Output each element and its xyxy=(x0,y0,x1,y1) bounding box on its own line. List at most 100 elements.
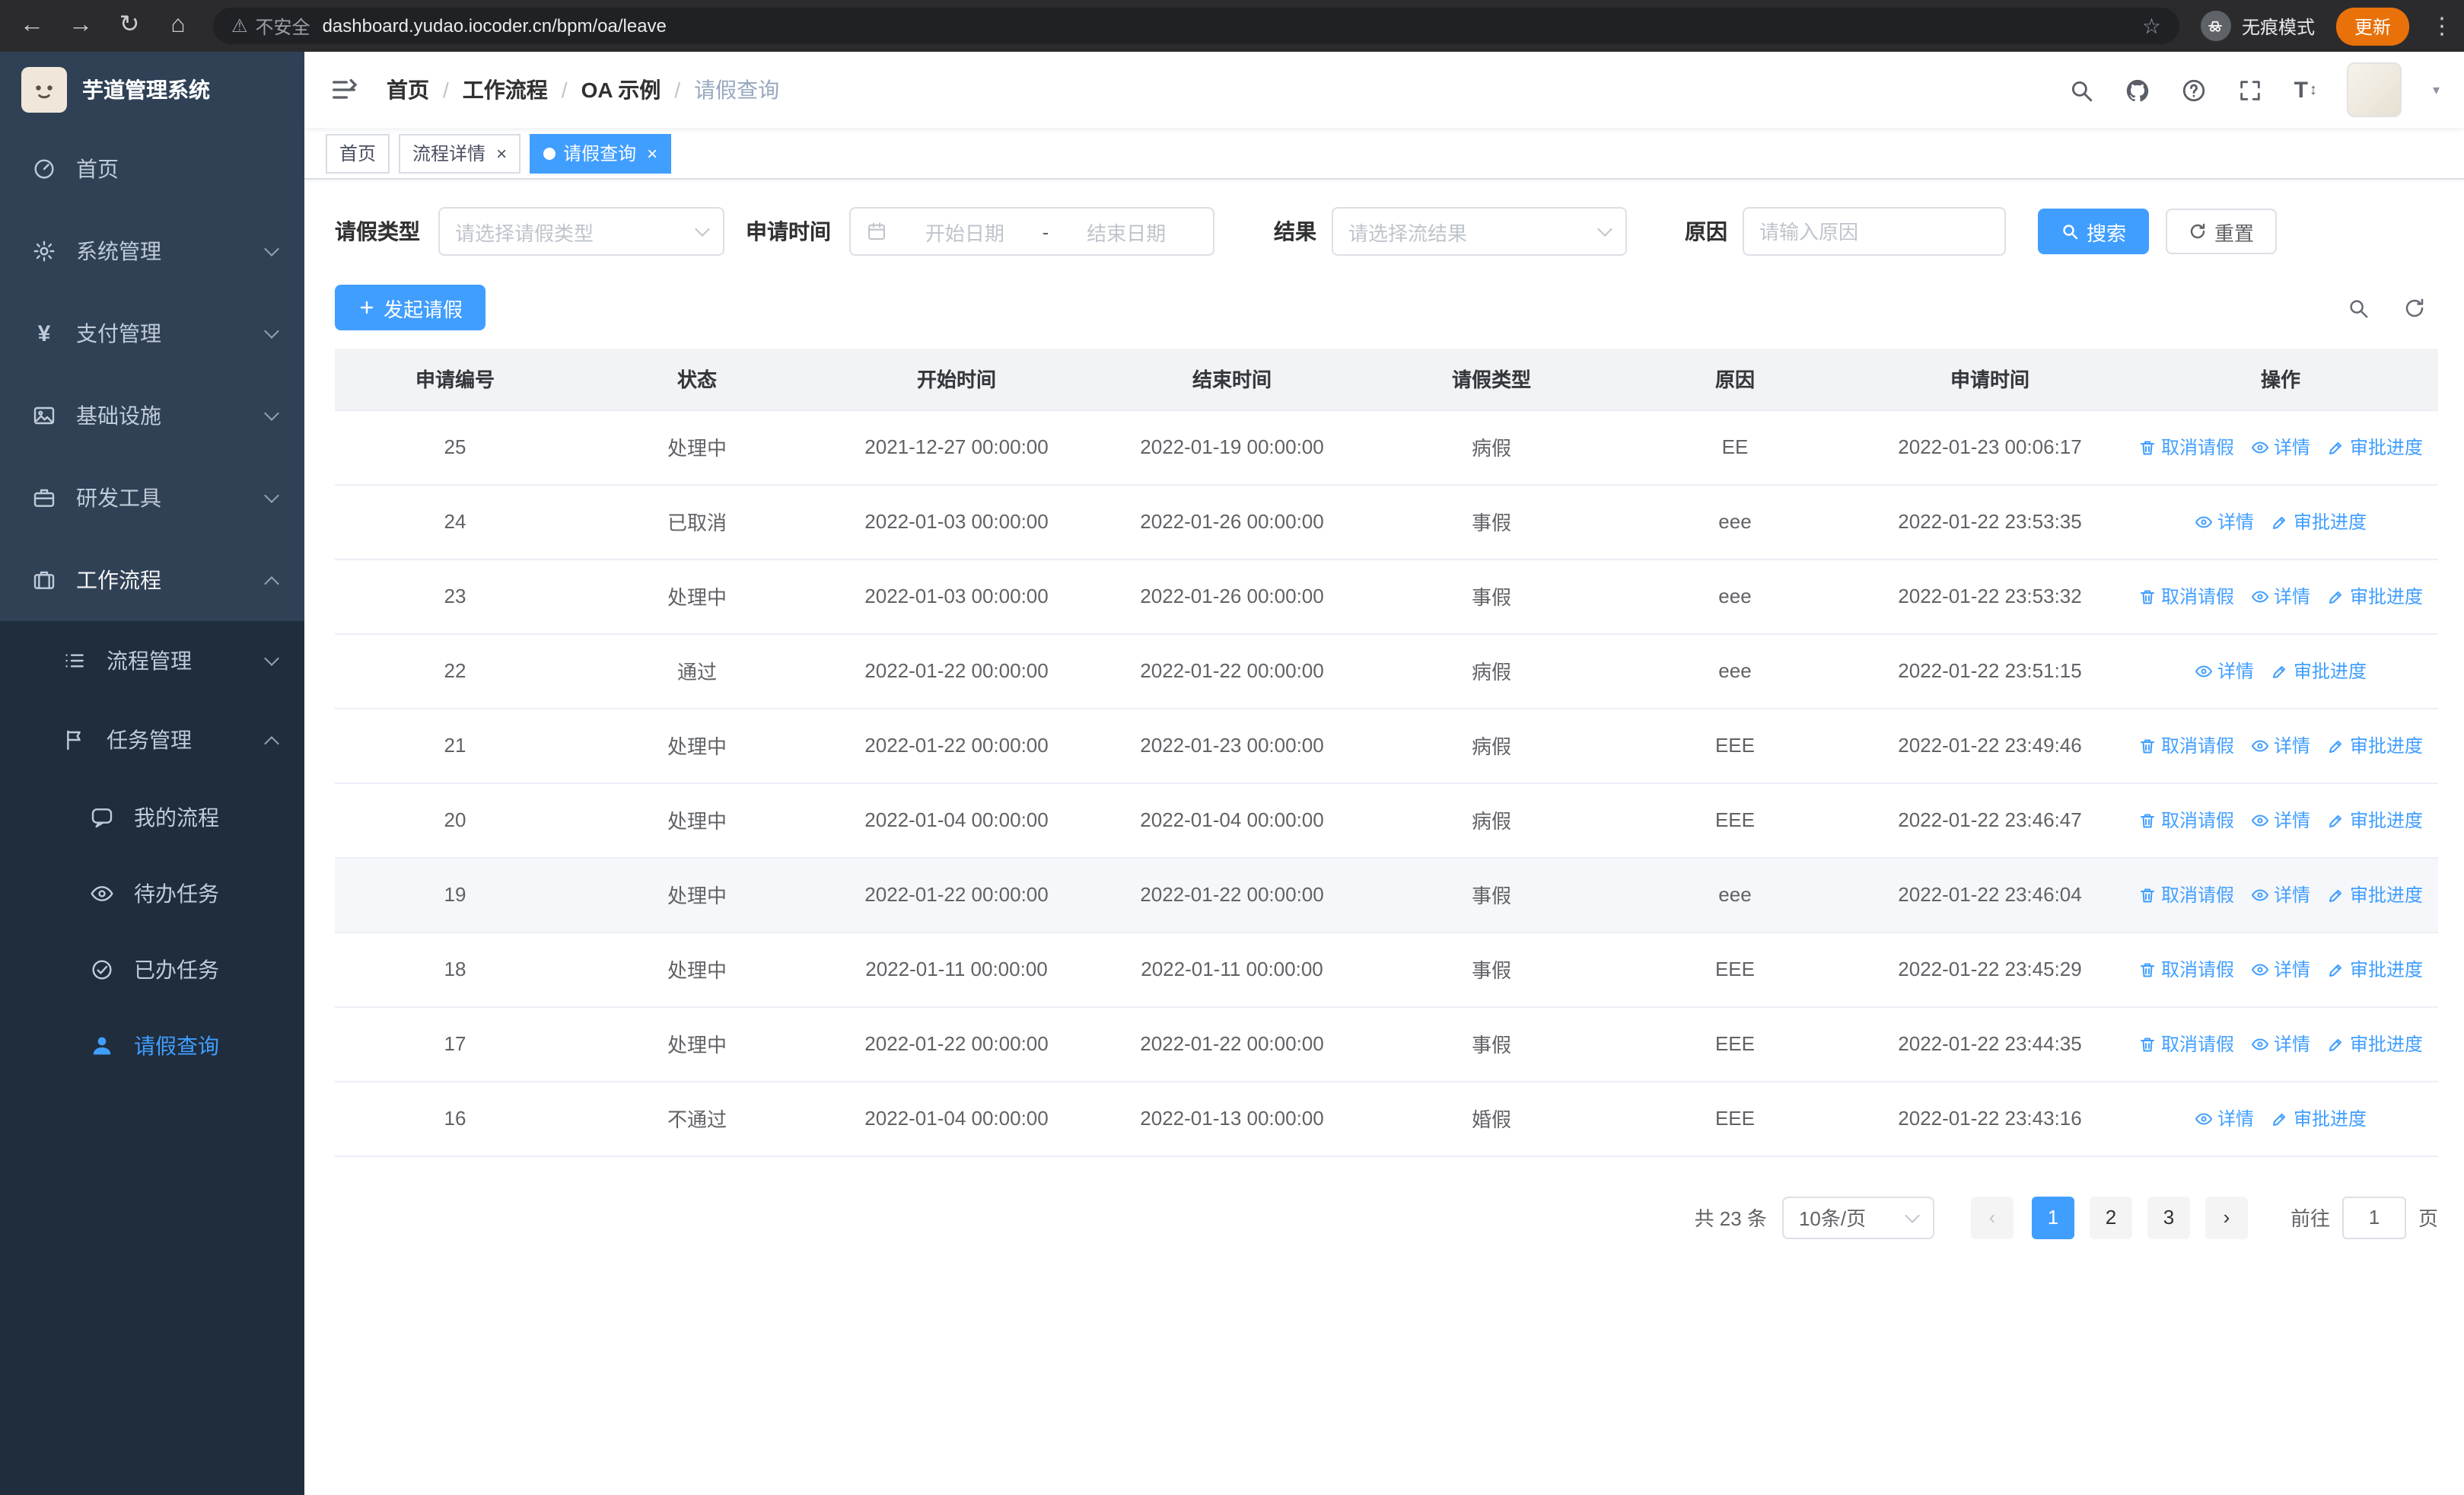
sidebar-item-workflow[interactable]: 工作流程 xyxy=(0,539,304,621)
action-detail[interactable]: 详情 xyxy=(2195,658,2254,684)
close-icon[interactable]: × xyxy=(647,144,657,162)
breadcrumb-separator: / xyxy=(561,78,568,102)
trash-icon xyxy=(2140,1037,2154,1051)
update-button[interactable]: 更新 xyxy=(2335,7,2409,45)
app-logo[interactable]: 芋道管理系统 xyxy=(0,52,304,128)
action-progress[interactable]: 审批进度 xyxy=(2327,583,2423,609)
reset-button[interactable]: 重置 xyxy=(2166,209,2278,254)
table-row[interactable]: 16 不通过 2022-01-04 00:00:00 2022-01-13 00… xyxy=(335,1081,2438,1156)
table-row[interactable]: 17 处理中 2022-01-22 00:00:00 2022-01-22 00… xyxy=(335,1006,2438,1082)
action-progress[interactable]: 审批进度 xyxy=(2327,807,2423,833)
sidebar-item-my-process[interactable]: 我的流程 xyxy=(0,779,304,856)
tab-leave-query[interactable]: 请假查询 × xyxy=(530,133,672,173)
eye-icon xyxy=(2251,1038,2268,1050)
action-detail[interactable]: 详情 xyxy=(2251,1031,2310,1057)
action-progress[interactable]: 审批进度 xyxy=(2327,434,2423,460)
table-row[interactable]: 22 通过 2022-01-22 00:00:00 2022-01-22 00:… xyxy=(335,633,2438,709)
action-detail[interactable]: 详情 xyxy=(2251,434,2310,460)
sidebar-item-leave-query[interactable]: 请假查询 xyxy=(0,1008,304,1084)
page-button-1[interactable]: 1 xyxy=(2031,1196,2074,1238)
hamburger-icon[interactable] xyxy=(329,75,359,105)
github-icon[interactable] xyxy=(2125,77,2151,103)
search-icon[interactable] xyxy=(2069,77,2095,103)
sidebar-item-todo-tasks[interactable]: 待办任务 xyxy=(0,856,304,932)
goto-page-input[interactable] xyxy=(2341,1196,2406,1238)
action-progress[interactable]: 审批进度 xyxy=(2327,1031,2423,1057)
apply-time-range-input[interactable]: 开始日期 - 结束日期 xyxy=(849,207,1214,256)
action-cancel[interactable]: 取消请假 xyxy=(2138,583,2234,609)
action-cancel[interactable]: 取消请假 xyxy=(2138,956,2234,982)
action-detail[interactable]: 详情 xyxy=(2251,881,2310,907)
action-detail[interactable]: 详情 xyxy=(2195,1105,2254,1131)
leave-type-select[interactable]: 请选择请假类型 xyxy=(438,207,724,256)
action-progress[interactable]: 审批进度 xyxy=(2271,508,2367,534)
action-detail[interactable]: 详情 xyxy=(2251,807,2310,833)
caret-down-icon[interactable]: ▾ xyxy=(2433,81,2440,98)
search-button[interactable]: 搜索 xyxy=(2038,209,2150,254)
action-cancel[interactable]: 取消请假 xyxy=(2138,1031,2234,1057)
font-size-icon[interactable]: T ↕ xyxy=(2294,77,2317,103)
action-detail[interactable]: 详情 xyxy=(2195,508,2254,534)
breadcrumb-oa-example[interactable]: OA 示例 xyxy=(581,75,661,105)
table-row[interactable]: 21 处理中 2022-01-22 00:00:00 2022-01-23 00… xyxy=(335,708,2438,783)
table-row[interactable]: 19 处理中 2022-01-22 00:00:00 2022-01-22 00… xyxy=(335,857,2438,932)
leave-type-placeholder: 请选择请假类型 xyxy=(455,222,594,244)
page-button-2[interactable]: 2 xyxy=(2089,1196,2132,1238)
edit-icon xyxy=(2329,740,2341,752)
action-cancel[interactable]: 取消请假 xyxy=(2138,807,2234,833)
sidebar-item-done-tasks[interactable]: 已办任务 xyxy=(0,932,304,1008)
reload-icon[interactable]: ↻ xyxy=(116,13,143,38)
action-progress[interactable]: 审批进度 xyxy=(2327,956,2423,982)
table-row[interactable]: 18 处理中 2022-01-11 00:00:00 2022-01-11 00… xyxy=(335,932,2438,1007)
back-icon[interactable]: ← xyxy=(18,13,46,38)
cell-end-time: 2022-01-22 00:00:00 xyxy=(1094,857,1370,932)
reason-input[interactable] xyxy=(1743,207,2006,256)
result-select[interactable]: 请选择流结果 xyxy=(1332,207,1627,256)
action-progress[interactable]: 审批进度 xyxy=(2271,1105,2367,1131)
prev-page-button[interactable]: ‹ xyxy=(1970,1196,2014,1238)
sidebar-item-system[interactable]: 系统管理 xyxy=(0,210,304,292)
sidebar-item-process-mgmt[interactable]: 流程管理 xyxy=(0,621,304,700)
sidebar-item-devtools[interactable]: 研发工具 xyxy=(0,457,304,539)
reason-label: 原因 xyxy=(1685,219,1727,244)
action-cancel[interactable]: 取消请假 xyxy=(2138,881,2234,907)
help-icon[interactable] xyxy=(2182,77,2208,103)
action-detail[interactable]: 详情 xyxy=(2251,956,2310,982)
address-bar[interactable]: ⚠ 不安全 dashboard.yudao.iocoder.cn/bpm/oa/… xyxy=(213,8,2179,44)
forward-icon[interactable]: → xyxy=(67,13,94,38)
page-size-select[interactable]: 10条/页 xyxy=(1781,1196,1934,1238)
action-detail[interactable]: 详情 xyxy=(2251,732,2310,758)
action-progress[interactable]: 审批进度 xyxy=(2327,881,2423,907)
sidebar-item-payment[interactable]: ¥ 支付管理 xyxy=(0,292,304,375)
tab-process-detail[interactable]: 流程详情 × xyxy=(399,133,521,173)
bookmark-star-icon[interactable]: ☆ xyxy=(2142,13,2161,39)
toggle-search-icon[interactable] xyxy=(2347,296,2370,319)
home-icon[interactable]: ⌂ xyxy=(164,13,192,38)
refresh-table-icon[interactable] xyxy=(2403,296,2426,319)
sidebar-item-infrastructure[interactable]: 基础设施 xyxy=(0,375,304,457)
action-cancel[interactable]: 取消请假 xyxy=(2138,434,2234,460)
close-icon[interactable]: × xyxy=(496,144,507,162)
menu-dots-icon[interactable]: ⋮ xyxy=(2431,14,2453,37)
security-warning[interactable]: ⚠ 不安全 xyxy=(231,13,310,39)
next-page-button[interactable]: › xyxy=(2205,1196,2248,1238)
action-progress[interactable]: 审批进度 xyxy=(2271,658,2367,684)
avatar[interactable] xyxy=(2347,62,2402,117)
breadcrumb-workflow[interactable]: 工作流程 xyxy=(463,75,548,105)
page-button-3[interactable]: 3 xyxy=(2147,1196,2190,1238)
table-row[interactable]: 23 处理中 2022-01-03 00:00:00 2022-01-26 00… xyxy=(335,559,2438,634)
chevron-right-icon: › xyxy=(2223,1206,2230,1229)
create-leave-button[interactable]: 发起请假 xyxy=(335,285,486,330)
action-detail[interactable]: 详情 xyxy=(2251,583,2310,609)
edit-icon xyxy=(2329,591,2341,603)
table-row[interactable]: 20 处理中 2022-01-04 00:00:00 2022-01-04 00… xyxy=(335,783,2438,858)
table-row[interactable]: 24 已取消 2022-01-03 00:00:00 2022-01-26 00… xyxy=(335,484,2438,559)
sidebar-item-home[interactable]: 首页 xyxy=(0,128,304,210)
table-row[interactable]: 25 处理中 2021-12-27 00:00:00 2022-01-19 00… xyxy=(335,410,2438,485)
fullscreen-icon[interactable] xyxy=(2238,77,2264,103)
action-cancel[interactable]: 取消请假 xyxy=(2138,732,2234,758)
action-progress[interactable]: 审批进度 xyxy=(2327,732,2423,758)
breadcrumb-home[interactable]: 首页 xyxy=(387,75,429,105)
sidebar-item-task-mgmt[interactable]: 任务管理 xyxy=(0,700,304,779)
tab-home[interactable]: 首页 xyxy=(326,133,390,173)
